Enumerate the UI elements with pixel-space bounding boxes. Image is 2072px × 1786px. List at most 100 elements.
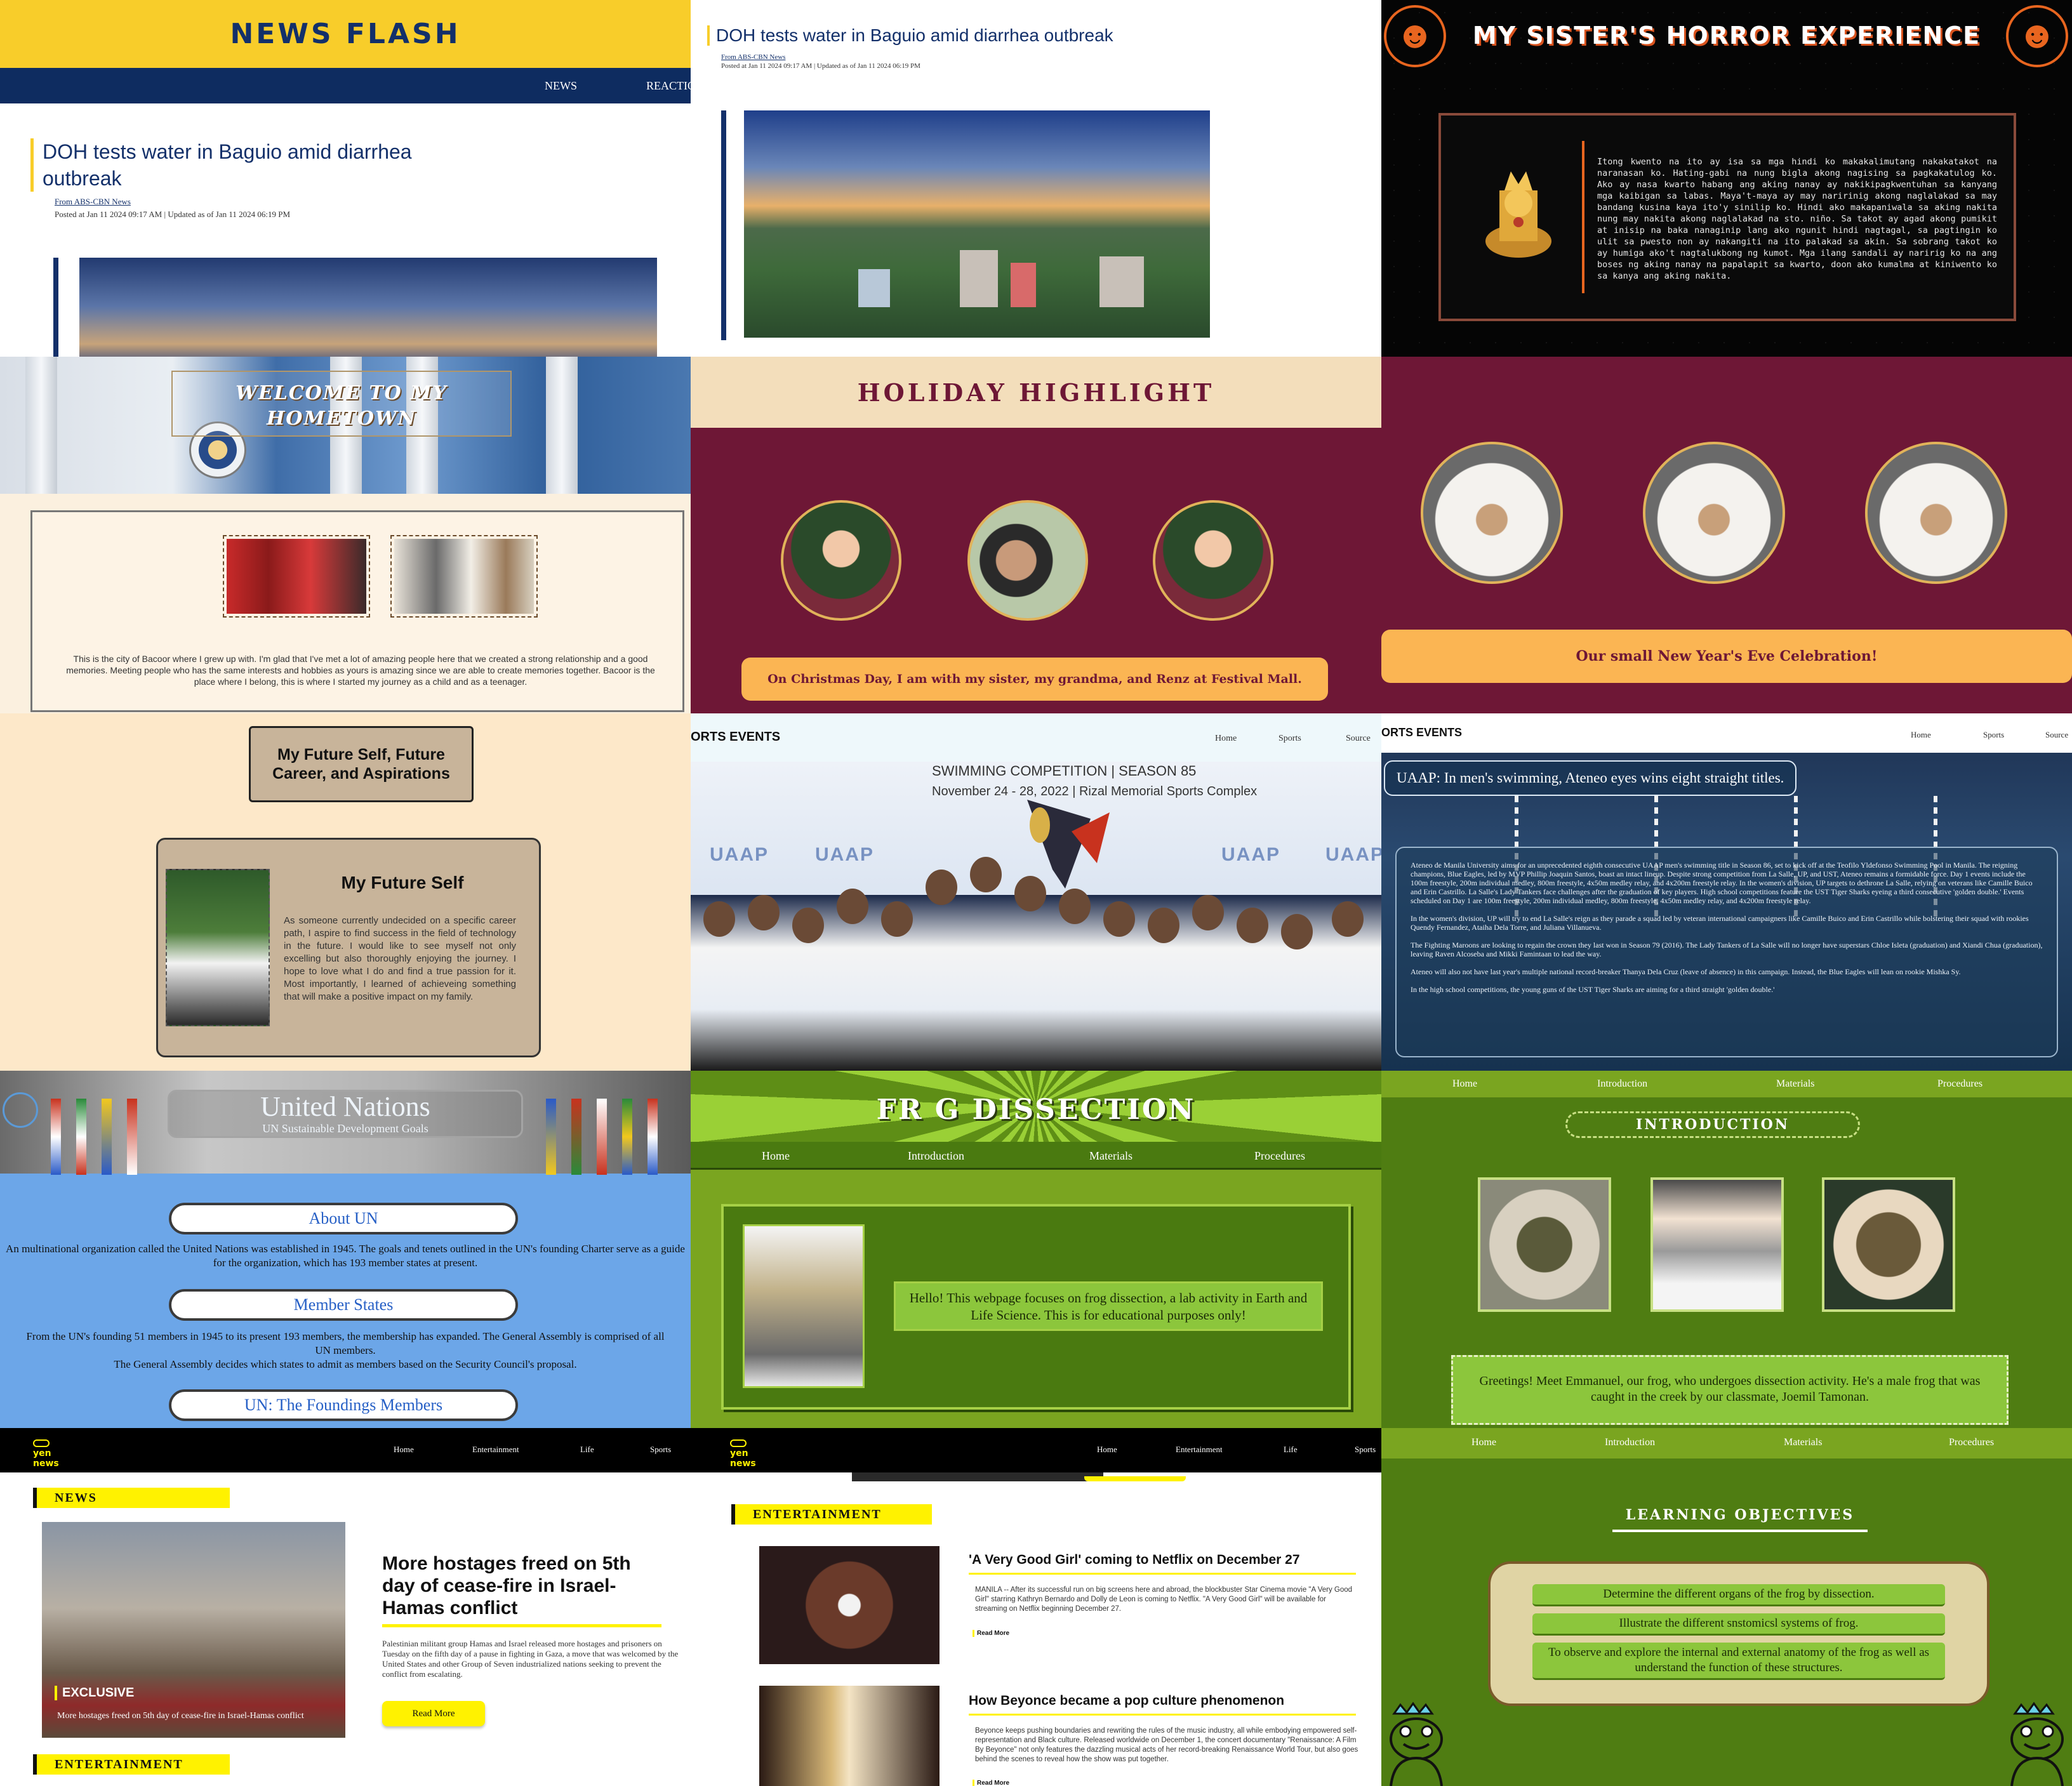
section-tag-entertainment: ENTERTAINMENT <box>33 1754 230 1775</box>
nav-home[interactable]: Home <box>1097 1445 1117 1455</box>
welcome-card: Hello! This webpage focuses on frog diss… <box>721 1204 1351 1410</box>
page-title: United Nations <box>260 1091 430 1122</box>
top-nav: Home Introduction Materials Procedures <box>1381 1428 2072 1459</box>
paragraph: Ateneo de Manila University aims for an … <box>1411 861 2033 905</box>
read-more-button[interactable]: Read More <box>382 1701 485 1726</box>
yen-news-entertainment-page: yen news Home Entertainment Life Sports … <box>691 1428 1381 1786</box>
frog-intro-page: Home Introduction Materials Procedures I… <box>1381 1071 2072 1428</box>
source-link[interactable]: From ABS-CBN News <box>721 53 785 61</box>
beyonce-image <box>759 1686 940 1786</box>
content-card: This is the city of Bacoor where I grew … <box>30 510 684 712</box>
section-tag-news: NEWS <box>33 1488 230 1508</box>
objective-item: To observe and explore the internal and … <box>1532 1643 1945 1680</box>
nav-home[interactable]: Home <box>1911 730 1931 740</box>
brand: yen news <box>33 1448 59 1469</box>
caption-box: On Christmas Day, I am with my sister, m… <box>741 658 1328 701</box>
uaap-logo: UAAP <box>710 844 769 865</box>
news-image <box>42 1522 345 1738</box>
accent-rule <box>721 110 726 340</box>
page-subtitle: UN Sustainable Development Goals <box>262 1122 428 1135</box>
card-text: As someone currently undecided on a spec… <box>284 915 516 1002</box>
yen-news-logo[interactable]: yen news <box>33 1439 72 1469</box>
nav-home[interactable]: Home <box>394 1445 414 1455</box>
brand[interactable]: ORTS EVENTS <box>1381 726 1462 739</box>
champions-photo: SWIMMING COMPETITION | SEASON 85 Novembe… <box>691 762 1381 1071</box>
frog-photo <box>1478 1177 1611 1312</box>
nav-sports[interactable]: Sports <box>650 1445 671 1455</box>
nav-introduction[interactable]: Introduction <box>1605 1437 1655 1448</box>
exclusive-label: EXCLUSIVE <box>55 1686 134 1700</box>
bowl-icon <box>730 1439 747 1447</box>
section-tag-entertainment: ENTERTAINMENT <box>731 1504 932 1525</box>
nav-sports[interactable]: Sports <box>1983 730 2004 740</box>
nav-source[interactable]: Source <box>1346 734 1371 744</box>
uaap-logo: UAAP <box>815 844 875 865</box>
button-label: UN: The Foundings Members <box>244 1396 443 1414</box>
nav-introduction[interactable]: Introduction <box>908 1149 964 1163</box>
nav-procedures[interactable]: Procedures <box>1949 1437 1994 1448</box>
nav-entertainment[interactable]: Entertainment <box>472 1445 519 1455</box>
source-link[interactable]: From ABS-CBN News <box>55 197 131 207</box>
top-nav: yen news Home Entertainment Life Sports <box>691 1428 1381 1472</box>
article-title[interactable]: How Beyonce became a pop culture phenome… <box>969 1693 1356 1716</box>
headline[interactable]: More hostages freed on 5th day of cease-… <box>382 1552 661 1627</box>
brand[interactable]: ORTS EVENTS <box>691 730 780 744</box>
nav-sports[interactable]: Sports <box>1278 734 1301 744</box>
page-title: HOLIDAY HIGHLIGHT <box>857 378 1215 407</box>
banner: NEWS FLASH <box>0 0 691 68</box>
nav-procedures[interactable]: Procedures <box>1937 1078 1982 1090</box>
divider <box>1582 141 1584 293</box>
accent-rule <box>53 258 58 357</box>
button-label: Member States <box>293 1295 394 1314</box>
welcome-box: WELCOME TO MY HOMETOWN <box>171 371 512 437</box>
read-more-link[interactable]: Read More <box>973 1780 1009 1786</box>
friends-photo <box>223 535 370 618</box>
top-nav: ORTS EVENTS Home Sports Source <box>691 713 1381 762</box>
headline-block: DOH tests water in Baguio amid diarrhea … <box>30 138 475 192</box>
student-photo <box>1650 1177 1784 1312</box>
family-photo <box>781 500 901 621</box>
objective-item: Illustrate the different snstomicsl syst… <box>1532 1613 1945 1636</box>
objectives-panel: Determine the different organs of the fr… <box>1488 1561 1989 1706</box>
article-page: DOH tests water in Baguio amid diarrhea … <box>691 0 1381 357</box>
top-nav: Home Introduction Materials Procedures <box>1381 1071 2072 1097</box>
un-emblem-icon <box>3 1092 38 1128</box>
story-card: Itong kwento na ito ay isa sa mga hindi … <box>1438 113 2016 321</box>
nav-materials[interactable]: Materials <box>1089 1149 1132 1163</box>
nav-entertainment[interactable]: Entertainment <box>1176 1445 1223 1455</box>
hometown-page: WELCOME TO MY HOMETOWN This is the city … <box>0 357 691 713</box>
nav-life[interactable]: Life <box>1284 1445 1298 1455</box>
header: HOLIDAY HIGHLIGHT <box>691 357 1381 428</box>
nav-sports[interactable]: Sports <box>1355 1445 1376 1455</box>
nav-home[interactable]: Home <box>762 1149 790 1163</box>
nav-materials[interactable]: Materials <box>1776 1078 1814 1090</box>
nav-procedures[interactable]: Procedures <box>1254 1149 1305 1163</box>
newsflash-page: NEWS FLASH NEWS REACTION DOH tests water… <box>0 0 691 357</box>
hometown-text: This is the city of Bacoor where I grew … <box>66 654 655 687</box>
title-box: United Nations UN Sustainable Developmen… <box>168 1090 523 1138</box>
greeting-box: Greetings! Meet Emmanuel, our frog, who … <box>1451 1355 2009 1425</box>
header-banner: FR G DISSECTION <box>691 1071 1381 1142</box>
nav-reaction[interactable]: REACTION <box>646 79 691 93</box>
family-photo <box>1153 500 1273 621</box>
read-more-link[interactable]: Read More <box>973 1630 1009 1637</box>
founding-members-button[interactable]: UN: The Foundings Members <box>169 1389 518 1421</box>
member-states-text: The General Assembly decides which state… <box>114 1358 577 1370</box>
paragraph: Ateneo will also not have last year's mu… <box>1411 967 1961 976</box>
nav-home[interactable]: Home <box>1471 1437 1496 1448</box>
article-title[interactable]: 'A Very Good Girl' coming to Netflix on … <box>969 1552 1356 1575</box>
article-summary: Palestinian militant group Hamas and Isr… <box>382 1639 679 1679</box>
about-un-button[interactable]: About UN <box>169 1203 518 1234</box>
yen-news-logo[interactable]: yen news <box>730 1439 769 1469</box>
nav-news[interactable]: NEWS <box>545 79 577 93</box>
paragraph: The Fighting Maroons are looking to rega… <box>1411 941 2043 958</box>
member-states-button[interactable]: Member States <box>169 1289 518 1321</box>
caption: Our small New Year's Eve Celebration! <box>1576 648 1878 665</box>
nav-materials[interactable]: Materials <box>1784 1437 1822 1448</box>
nav-source[interactable]: Source <box>2045 730 2068 740</box>
horror-story-page: ☻ MY SISTER'S HORROR EXPERIENCE ☻ Itong … <box>1381 0 2072 357</box>
nav-home[interactable]: Home <box>1452 1078 1477 1090</box>
nav-life[interactable]: Life <box>580 1445 594 1455</box>
nav-home[interactable]: Home <box>1215 734 1237 744</box>
nav-introduction[interactable]: Introduction <box>1597 1078 1647 1090</box>
